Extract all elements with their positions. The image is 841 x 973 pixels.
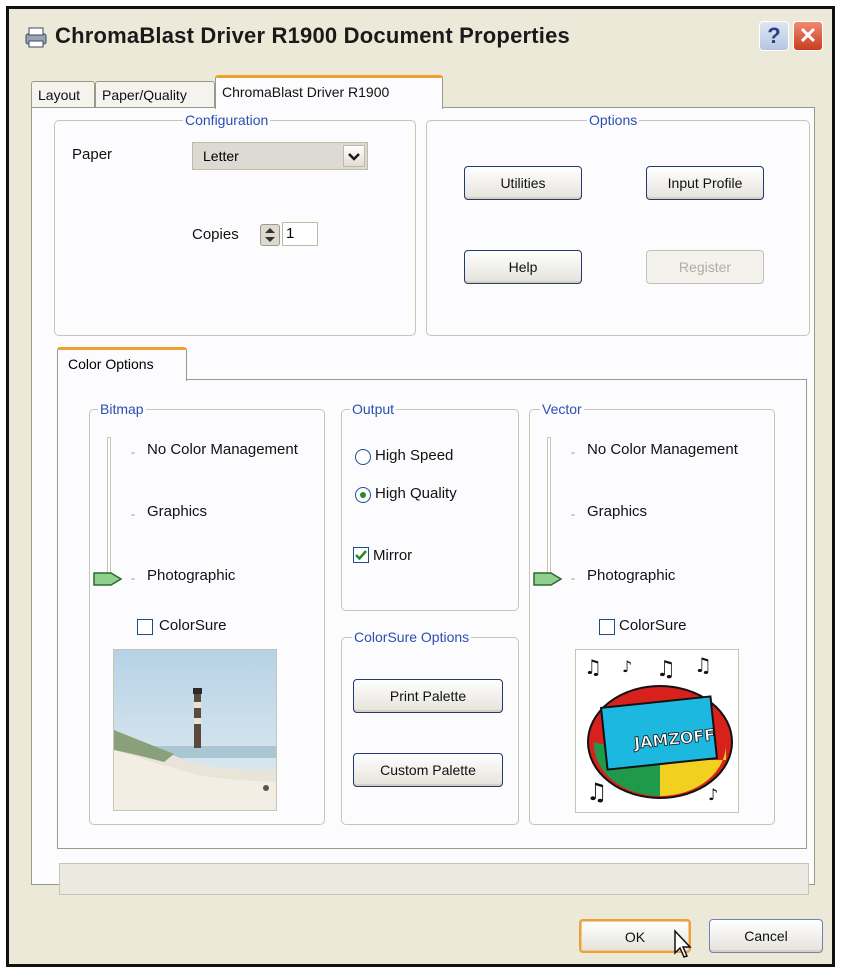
help-title-button[interactable]: ? (759, 21, 789, 51)
bitmap-colorsure-label: ColorSure (159, 617, 227, 634)
svg-text:♫: ♫ (586, 778, 608, 806)
bitmap-level-photographic[interactable]: Photographic (147, 567, 235, 584)
custom-palette-button[interactable]: Custom Palette (353, 753, 503, 787)
bitmap-tick: - (131, 507, 135, 521)
vector-colorsure-label: ColorSure (619, 617, 687, 634)
copies-spinner[interactable] (260, 224, 280, 246)
mirror-checkbox[interactable] (353, 547, 369, 563)
paper-label: Paper (72, 146, 113, 163)
mouse-cursor-icon (674, 929, 692, 958)
svg-text:♫: ♫ (656, 657, 676, 682)
svg-text:♪: ♪ (622, 657, 632, 676)
tab-chromablast-driver[interactable]: ChromaBlast Driver R1900 (215, 75, 443, 109)
close-button[interactable]: ✕ (793, 21, 823, 51)
high-speed-radio[interactable] (355, 449, 371, 465)
vector-slider-track[interactable] (547, 437, 551, 579)
copies-label: Copies (192, 226, 239, 243)
vector-tick: - (571, 571, 575, 585)
configuration-legend: Configuration (185, 112, 269, 128)
mirror-label: Mirror (373, 547, 413, 564)
cancel-button[interactable]: Cancel (709, 919, 823, 953)
vector-tick: - (571, 445, 575, 459)
bitmap-tick: - (131, 445, 135, 459)
output-legend: Output (352, 401, 395, 417)
utilities-button[interactable]: Utilities (464, 166, 582, 200)
vector-level-photographic[interactable]: Photographic (587, 567, 675, 584)
document-properties-dialog: ChromaBlast Driver R1900 Document Proper… (6, 6, 835, 967)
bitmap-slider-thumb[interactable] (93, 571, 123, 587)
bitmap-preview-image (113, 649, 277, 811)
svg-text:♫: ♫ (694, 653, 712, 677)
vector-preview-image: ♫ ♪ ♫ ♫ JAMZOFF ♫ ♪ (575, 649, 739, 813)
vector-legend: Vector (542, 401, 582, 417)
tab-paper-quality[interactable]: Paper/Quality (95, 81, 215, 107)
colorsure-options-legend: ColorSure Options (354, 629, 470, 645)
title-bar[interactable]: ChromaBlast Driver R1900 Document Proper… (9, 9, 832, 69)
paper-select-value: Letter (203, 148, 239, 164)
svg-text:♪: ♪ (708, 785, 718, 804)
vector-tick: - (571, 507, 575, 521)
bitmap-slider-track[interactable] (107, 437, 111, 579)
vector-level-none[interactable]: No Color Management (587, 441, 738, 458)
checkmark-icon (355, 550, 367, 561)
output-group: Output (341, 401, 519, 611)
copies-input[interactable]: 1 (282, 222, 318, 246)
bitmap-legend: Bitmap (100, 401, 144, 417)
bitmap-colorsure-checkbox[interactable] (137, 619, 153, 635)
help-button[interactable]: Help (464, 250, 582, 284)
high-quality-radio[interactable] (355, 487, 371, 503)
printer-icon (25, 27, 47, 48)
bitmap-level-none[interactable]: No Color Management (147, 441, 298, 458)
vector-slider-thumb[interactable] (533, 571, 563, 587)
vector-level-graphics[interactable]: Graphics (587, 503, 647, 520)
vector-colorsure-checkbox[interactable] (599, 619, 615, 635)
window-title: ChromaBlast Driver R1900 Document Proper… (55, 23, 570, 48)
svg-text:♫: ♫ (584, 655, 602, 679)
options-legend: Options (589, 112, 638, 128)
paper-select[interactable]: Letter (192, 142, 368, 170)
colorsure-options-group: ColorSure Options (341, 629, 519, 825)
chevron-down-icon[interactable] (343, 145, 365, 167)
spinner-arrows-icon (265, 228, 275, 242)
jamzoff-clipart: ♫ ♪ ♫ ♫ JAMZOFF ♫ ♪ (584, 653, 733, 806)
high-speed-label[interactable]: High Speed (375, 447, 453, 464)
register-button: Register (646, 250, 764, 284)
high-quality-label[interactable]: High Quality (375, 485, 457, 502)
tab-layout[interactable]: Layout (31, 81, 95, 107)
status-bar (59, 863, 809, 895)
input-profile-button[interactable]: Input Profile (646, 166, 764, 200)
bitmap-tick: - (131, 571, 135, 585)
lighthouse-photo (114, 650, 276, 810)
print-palette-button[interactable]: Print Palette (353, 679, 503, 713)
tab-color-options[interactable]: Color Options (57, 347, 187, 381)
options-group: Options (426, 112, 810, 336)
bitmap-level-graphics[interactable]: Graphics (147, 503, 207, 520)
